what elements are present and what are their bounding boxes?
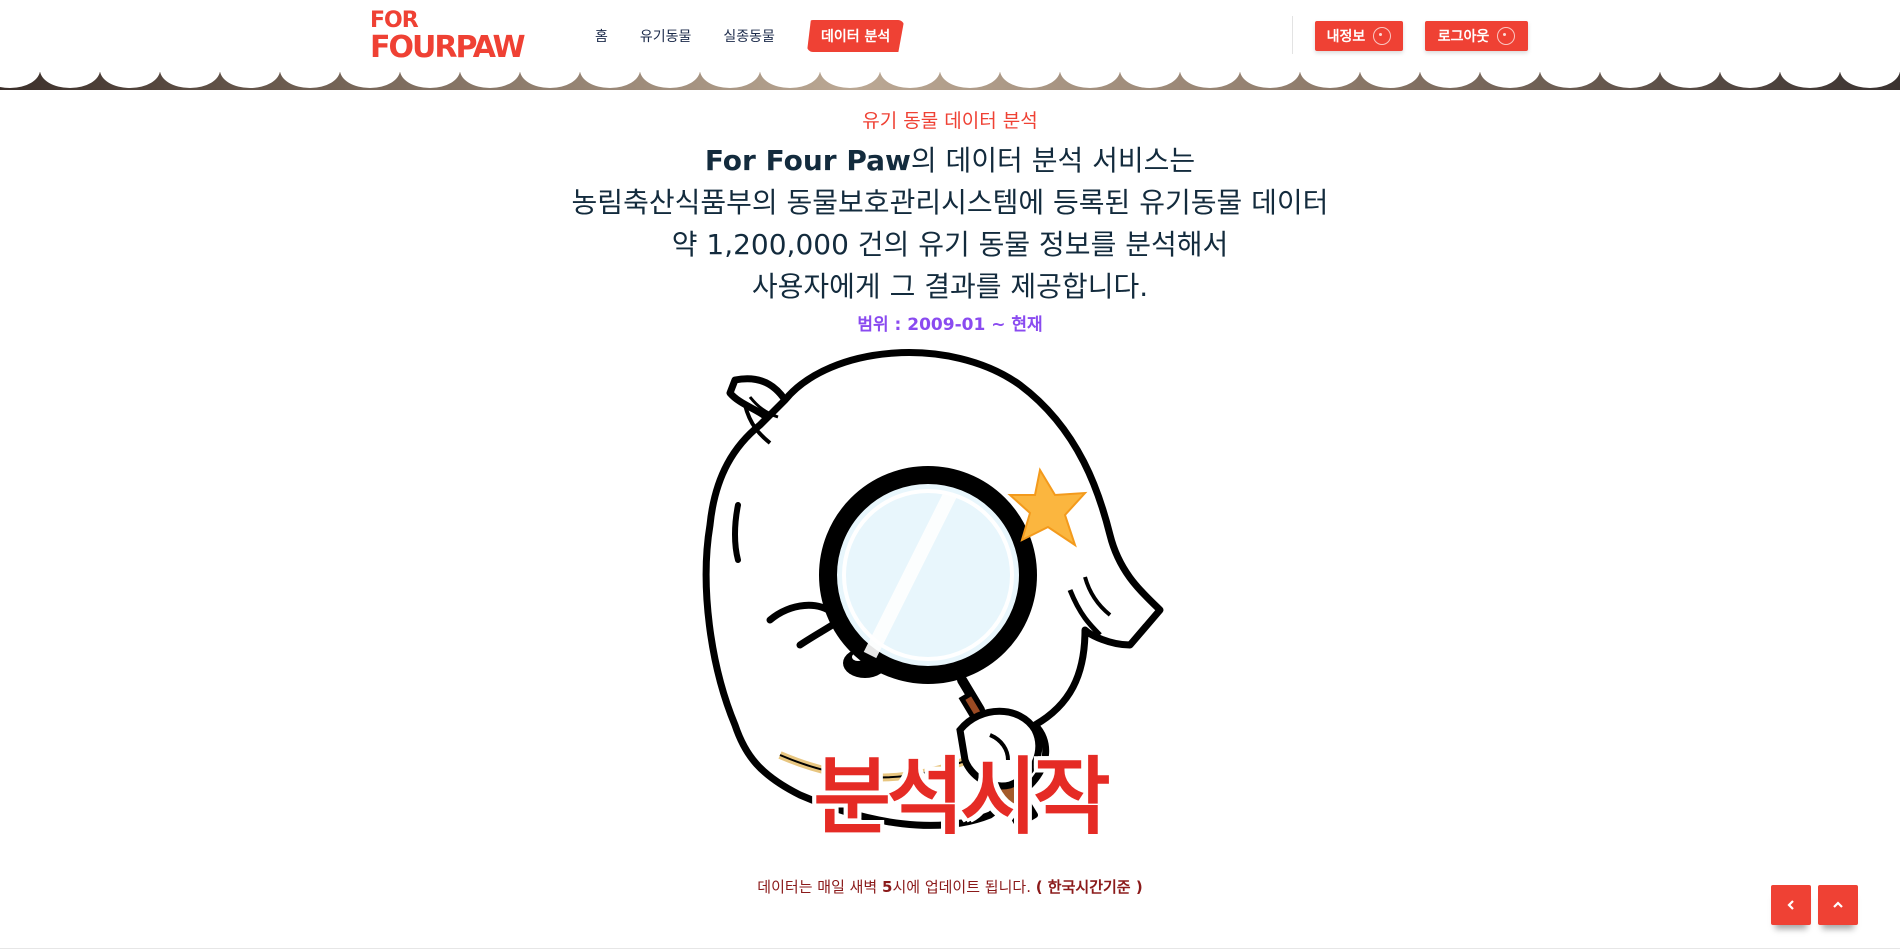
headline-line-1: For Four Paw의 데이터 분석 서비스는: [0, 140, 1900, 182]
brand-name: For Four Paw: [704, 144, 911, 177]
logout-gear-icon: [1497, 27, 1516, 45]
header-scallop-border: [0, 52, 1900, 90]
scroll-top-button[interactable]: [1818, 885, 1858, 925]
nav-item-home[interactable]: 홈: [595, 26, 608, 46]
nav-item-abandoned-animals[interactable]: 유기동물: [640, 26, 692, 46]
header-divider: [1292, 16, 1293, 54]
data-range: 범위 : 2009-01 ~ 현재: [857, 315, 1043, 335]
update-note-suffix: 시에 업데이트 됩니다.: [892, 878, 1036, 896]
chevron-left-icon: [1787, 900, 1794, 910]
user-gear-icon: [1373, 27, 1392, 45]
headline-line-1-rest: 의 데이터 분석 서비스는: [910, 144, 1196, 177]
logo-line-fourpaw: FOURPAW: [370, 30, 526, 65]
headline-line-2: 농림축산식품부의 동물보호관리시스템에 등록된 유기동물 데이터: [571, 186, 1329, 219]
back-button[interactable]: [1771, 885, 1811, 925]
logout-button[interactable]: 로그아웃: [1425, 21, 1528, 51]
my-info-button[interactable]: 내정보: [1315, 21, 1403, 51]
page-bottom-divider: [0, 948, 1900, 949]
service-description: For Four Paw의 데이터 분석 서비스는 농림축산식품부의 동물보호관…: [0, 140, 1900, 308]
site-header: [0, 0, 1900, 90]
section-subtitle: 유기 동물 데이터 분석: [862, 110, 1038, 132]
update-note-hour: 5: [882, 878, 893, 896]
nav-item-data-analysis[interactable]: 데이터 분석: [806, 20, 905, 52]
my-info-label: 내정보: [1326, 29, 1366, 45]
update-notice: 데이터는 매일 새벽 5시에 업데이트 됩니다. ( 한국시간기준 ): [0, 876, 1900, 897]
main-nav: 홈 유기동물 실종동물 데이터 분석: [595, 20, 936, 52]
start-analysis-button[interactable]: 분석시작: [760, 752, 1160, 842]
headline-line-3: 약 1,200,000 건의 유기 동물 정보를 분석해서: [671, 228, 1229, 261]
headline-line-4: 사용자에게 그 결과를 제공합니다.: [751, 270, 1149, 303]
update-note-paren: ( 한국시간기준 ): [1035, 878, 1143, 896]
logout-label: 로그아웃: [1437, 29, 1490, 45]
logo-line-for: FOR: [370, 8, 419, 33]
site-logo[interactable]: FOR FOURPAW: [370, 10, 526, 64]
nav-item-missing-animals[interactable]: 실종동물: [723, 26, 775, 46]
chevron-up-icon: [1833, 901, 1843, 908]
update-note-prefix: 데이터는 매일 새벽: [757, 878, 883, 896]
